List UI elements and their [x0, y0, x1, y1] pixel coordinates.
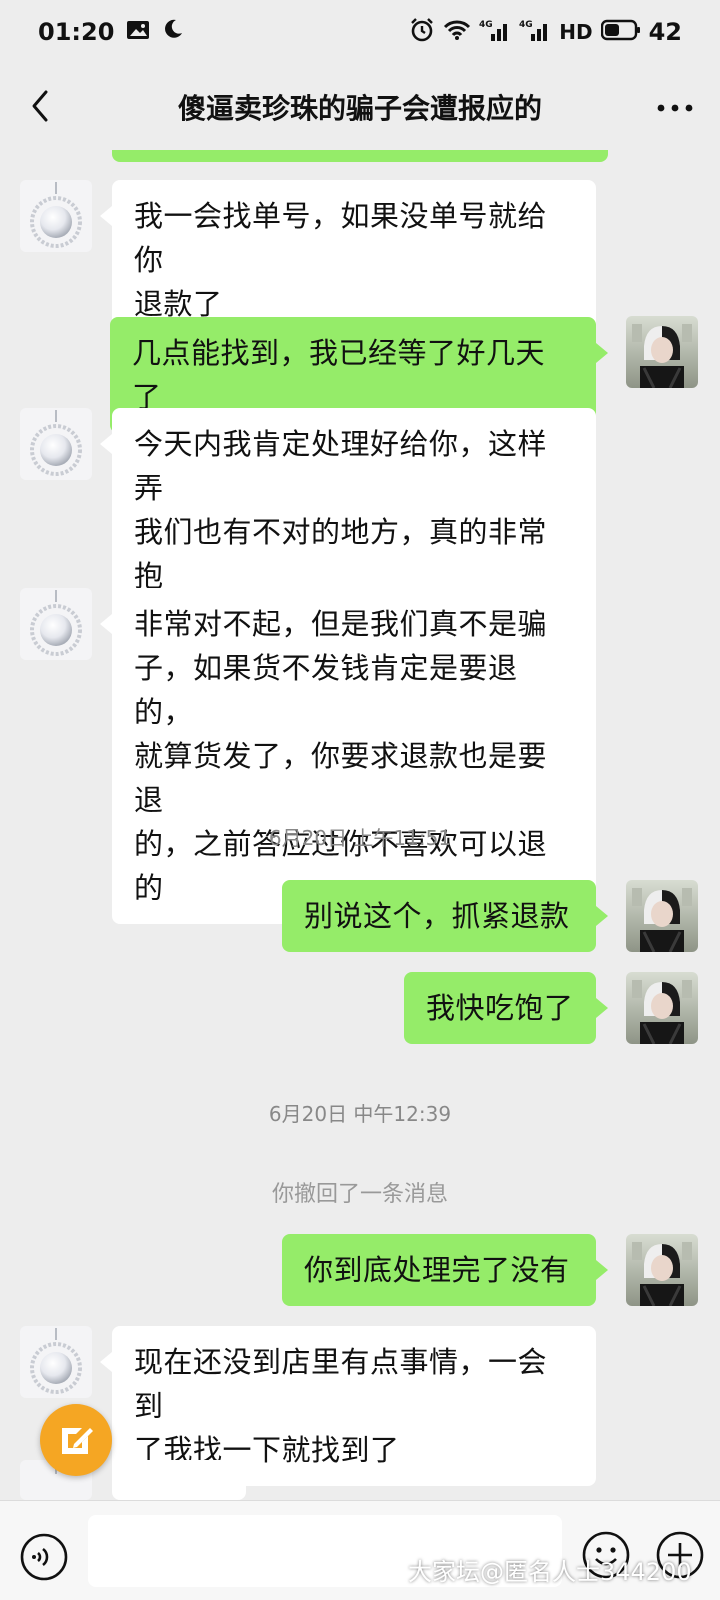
moon-icon [162, 18, 184, 46]
message-line: 我一会找单号，如果没单号就给你 [134, 199, 548, 277]
message-line: 今天内我肯定处理好给你，这样弄 [134, 427, 548, 505]
page-title: 傻逼卖珍珠的骗子会遭报应的 [177, 92, 542, 125]
network-label: HD [559, 20, 593, 44]
message-line: 我们也有不对的地方，真的非常抱 [134, 515, 548, 593]
timestamp: 6月20日 上午11:51 [268, 826, 452, 850]
message-bubble[interactable] [112, 1460, 246, 1500]
timestamp: 6月20日 中午12:39 [268, 1102, 452, 1126]
alarm-icon [409, 17, 435, 48]
message-bubble[interactable]: 你到底处理完了没有 [282, 1234, 608, 1306]
partial-message-bubble [112, 150, 608, 162]
message-line: 现在还没到店里有点事情，一会到 [134, 1345, 548, 1423]
message-line: 非常对不起，但是我们真不是骗 [134, 607, 548, 641]
message-line: 别说这个，抓紧退款 [304, 899, 570, 933]
edit-note-icon[interactable] [40, 1404, 112, 1476]
status-bar: 01:20 4G 4G HD 42 [0, 0, 720, 64]
user-avatar[interactable] [626, 1234, 698, 1306]
user-avatar[interactable] [626, 880, 698, 952]
status-time: 01:20 [38, 18, 115, 46]
chat-area[interactable]: 我一会找单号，如果没单号就给你 退款了 几点能找到，我已经等了好几天了 今天内我… [0, 150, 720, 1500]
message-line: 子，如果货不发钱肯定是要退的， [134, 651, 518, 729]
message-bubble[interactable]: 我一会找单号，如果没单号就给你 退款了 [100, 180, 596, 340]
watermark: 大家坛@匿名人士344200 [408, 1558, 692, 1586]
svg-text:4G: 4G [519, 20, 533, 30]
message-line: 几点能找到，我已经等了好几天了 [132, 336, 546, 414]
message-line: 就算货发了，你要求退款也是要退 [134, 739, 548, 817]
svg-text:4G: 4G [479, 20, 493, 30]
message-bubble[interactable]: 别说这个，抓紧退款 [282, 880, 608, 952]
user-avatar[interactable] [626, 972, 698, 1044]
message-bubble[interactable]: 非常对不起，但是我们真不是骗 子，如果货不发钱肯定是要退的， 就算货发了，你要求… [100, 588, 596, 924]
message-bubble[interactable]: 我快吃饱了 [404, 972, 608, 1044]
pearl-avatar[interactable] [20, 1326, 92, 1398]
message-line: 你到底处理完了没有 [304, 1253, 570, 1287]
signal-4g-icon: 4G [519, 18, 551, 47]
user-avatar[interactable] [626, 316, 698, 388]
voice-icon[interactable] [18, 1531, 70, 1583]
more-dots-icon[interactable] [654, 88, 696, 128]
recalled-message-notice: 你撤回了一条消息 [271, 1182, 448, 1207]
battery-icon [600, 19, 641, 46]
message-line: 我快吃饱了 [426, 991, 574, 1025]
wifi-icon [443, 19, 471, 46]
pearl-avatar[interactable] [20, 180, 92, 252]
chevron-left-icon[interactable] [22, 86, 62, 126]
gallery-icon [126, 18, 150, 46]
chat-header: 傻逼卖珍珠的骗子会遭报应的 [0, 64, 720, 150]
signal-4g-icon: 4G [479, 18, 511, 47]
pearl-avatar[interactable] [20, 588, 92, 660]
battery-level: 42 [648, 18, 682, 46]
pearl-avatar[interactable] [20, 408, 92, 480]
